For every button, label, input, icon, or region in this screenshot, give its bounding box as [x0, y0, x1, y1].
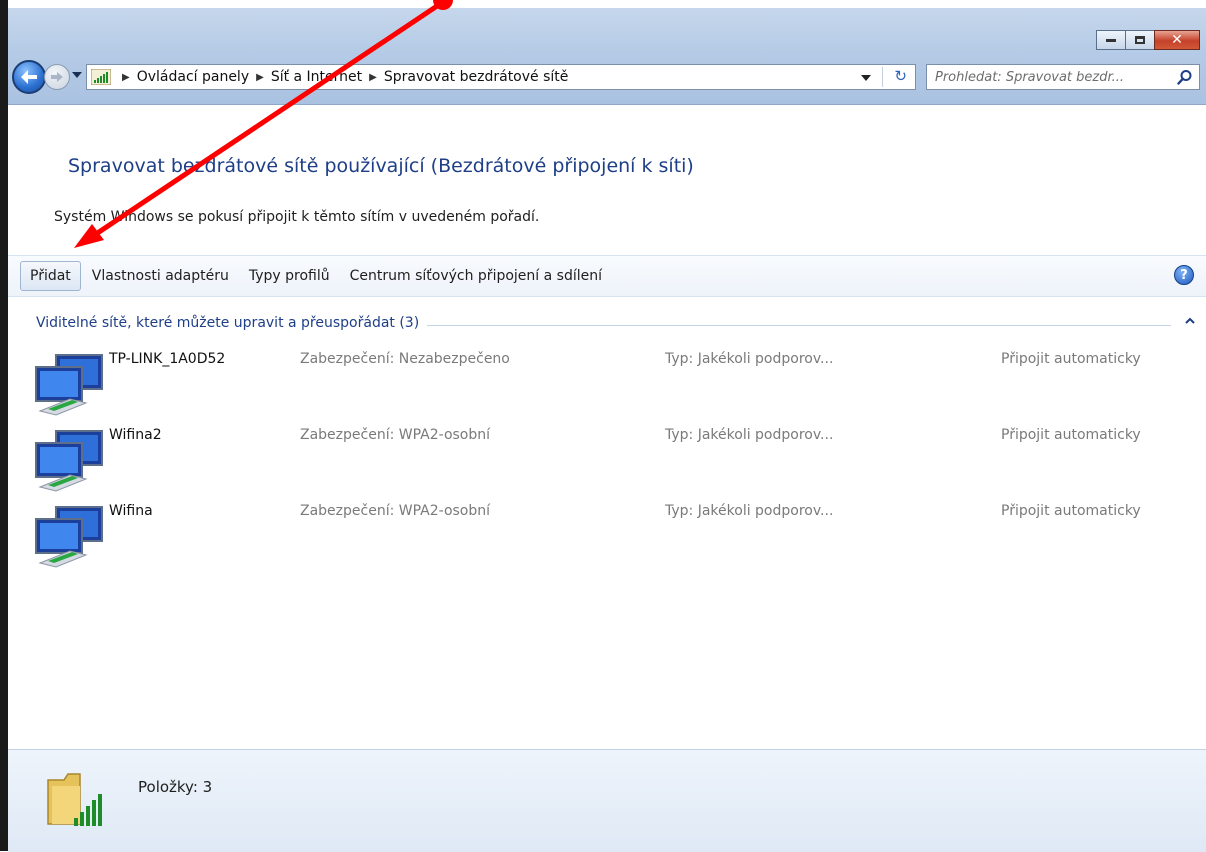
wireless-network-icon: [35, 430, 103, 492]
minimize-icon: [1106, 38, 1116, 42]
network-security: Zabezpečení: Nezabezpečeno: [300, 351, 510, 367]
breadcrumb-sit-a-internet[interactable]: Síť a Internet: [271, 69, 362, 85]
search-box: [926, 64, 1200, 90]
refresh-icon[interactable]: ↻: [894, 67, 907, 85]
network-name: Wifina2: [109, 427, 162, 443]
group-header[interactable]: Viditelné sítě, které můžete upravit a p…: [36, 315, 1196, 335]
address-divider: [882, 67, 883, 87]
details-pane: Položky: 3: [8, 749, 1206, 852]
breadcrumb-ovladaci-panely[interactable]: Ovládací panely: [137, 69, 249, 85]
address-dropdown-icon[interactable]: [861, 75, 871, 81]
adapter-properties-button[interactable]: Vlastnosti adaptéru: [83, 262, 238, 290]
network-connect-mode: Připojit automaticky: [1001, 427, 1141, 443]
items-count: Položky: 3: [138, 778, 213, 796]
content-area: Spravovat bezdrátové sítě používající (B…: [8, 105, 1206, 749]
minimize-button[interactable]: [1096, 30, 1126, 50]
breadcrumb-spravovat-bezdratove-site[interactable]: Spravovat bezdrátové sítě: [384, 69, 569, 85]
chevron-up-icon[interactable]: [1184, 316, 1196, 326]
wireless-network-icon: [35, 354, 103, 416]
help-icon[interactable]: ?: [1174, 265, 1194, 285]
network-item[interactable]: Wifina Zabezpečení: WPA2-osobní Typ: Jak…: [8, 499, 1206, 575]
network-name: Wifina: [109, 503, 153, 519]
network-security: Zabezpečení: WPA2-osobní: [300, 503, 491, 519]
back-arrow-icon: [21, 70, 37, 84]
group-title: Viditelné sítě, které můžete upravit a p…: [36, 315, 428, 331]
network-type: Typ: Jakékoli podporov...: [665, 427, 834, 443]
caption-buttons: ✕: [1096, 30, 1200, 50]
profile-types-button[interactable]: Typy profilů: [240, 262, 339, 290]
close-icon: ✕: [1171, 32, 1183, 48]
network-connect-mode: Připojit automaticky: [1001, 351, 1141, 367]
network-security: Zabezpečení: WPA2-osobní: [300, 427, 491, 443]
close-button[interactable]: ✕: [1154, 30, 1200, 50]
forward-button[interactable]: [44, 64, 70, 90]
maximize-button[interactable]: [1125, 30, 1155, 50]
wireless-network-icon: [35, 506, 103, 568]
command-bar: Přidat Vlastnosti adaptéru Typy profilů …: [8, 255, 1206, 297]
search-icon[interactable]: [1177, 69, 1193, 85]
network-signal-icon: [91, 69, 111, 85]
network-item[interactable]: TP-LINK_1A0D52 Zabezpečení: Nezabezpečen…: [8, 347, 1206, 423]
explorer-window: ✕ ▶ Ovládací panely ▶ Síť a Internet ▶ S…: [8, 8, 1206, 852]
back-button[interactable]: [12, 60, 46, 94]
window-chrome: ✕ ▶ Ovládací panely ▶ Síť a Internet ▶ S…: [8, 8, 1206, 105]
history-dropdown-icon[interactable]: [72, 72, 82, 78]
breadcrumb-separator-icon[interactable]: ▶: [256, 72, 264, 83]
forward-arrow-icon: [51, 72, 63, 82]
network-name: TP-LINK_1A0D52: [109, 351, 226, 367]
breadcrumb-separator-icon[interactable]: ▶: [369, 72, 377, 83]
maximize-icon: [1135, 36, 1145, 44]
network-type: Typ: Jakékoli podporov...: [665, 351, 834, 367]
network-connect-mode: Připojit automaticky: [1001, 503, 1141, 519]
network-type: Typ: Jakékoli podporov...: [665, 503, 834, 519]
breadcrumb-separator-icon[interactable]: ▶: [122, 72, 130, 83]
page-description: Systém Windows se pokusí připojit k těmt…: [54, 209, 540, 225]
network-center-button[interactable]: Centrum síťových připojení a sdílení: [341, 262, 611, 290]
search-input[interactable]: [931, 67, 1175, 87]
address-bar[interactable]: ▶ Ovládací panely ▶ Síť a Internet ▶ Spr…: [86, 64, 916, 90]
network-item[interactable]: Wifina2 Zabezpečení: WPA2-osobní Typ: Ja…: [8, 423, 1206, 499]
folder-signal-icon: [47, 773, 102, 826]
add-button[interactable]: Přidat: [20, 261, 81, 291]
left-window-edge: [0, 0, 8, 851]
page-title: Spravovat bezdrátové sítě používající (B…: [68, 155, 694, 177]
